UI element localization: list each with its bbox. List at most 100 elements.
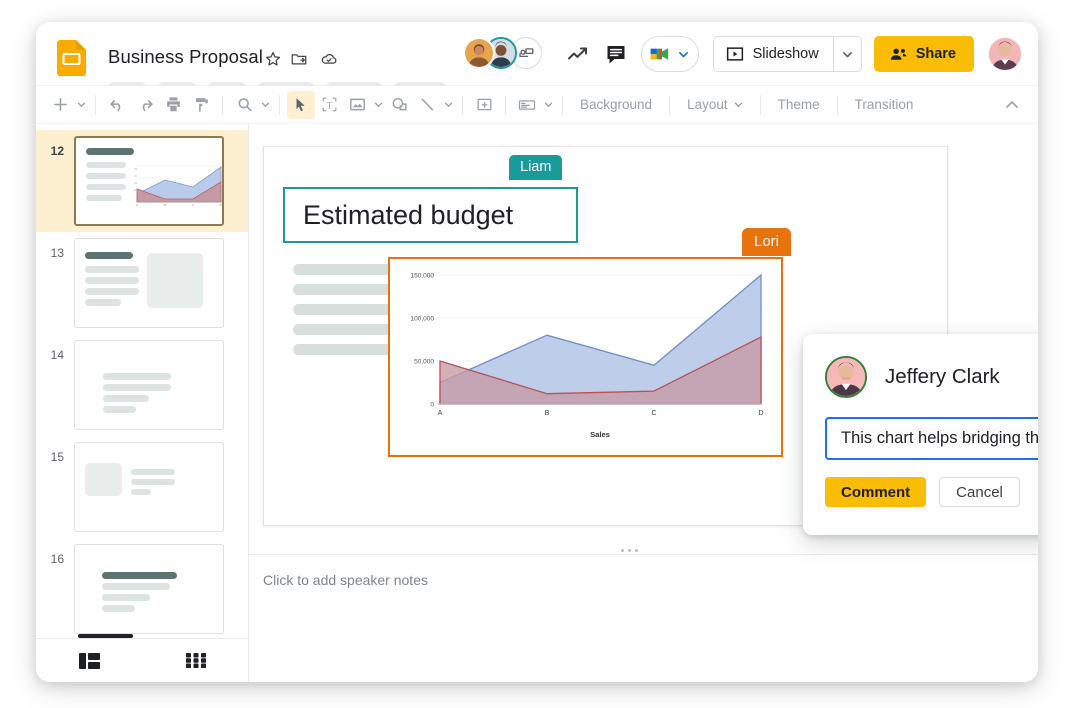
slide-number: 15: [50, 450, 64, 464]
chevron-down-icon: [734, 102, 742, 108]
slides-app-window: Business Proposal Slideshow Share T Back…: [36, 22, 1038, 682]
cloud-saved-icon[interactable]: [320, 50, 338, 68]
chart-xlabel: Sales: [590, 430, 610, 439]
select-tool-button[interactable]: [287, 90, 315, 119]
slide-thumbnail-row[interactable]: 15: [36, 436, 248, 538]
background-button[interactable]: Background: [570, 92, 662, 118]
google-meet-button[interactable]: [640, 36, 699, 72]
line-options-button[interactable]: [441, 100, 455, 109]
slide-thumbnail-row[interactable]: 16: [36, 538, 248, 640]
zoom-button[interactable]: [230, 91, 258, 119]
author-avatar: [825, 356, 867, 398]
svg-text:C: C: [192, 203, 195, 207]
slideshow-button[interactable]: Slideshow: [713, 37, 833, 71]
comment-cancel-button[interactable]: Cancel: [939, 477, 1020, 507]
new-slide-button[interactable]: [46, 91, 74, 119]
slide-number: 13: [50, 246, 64, 260]
theme-button[interactable]: Theme: [768, 92, 830, 118]
star-icon[interactable]: [264, 50, 282, 68]
svg-text:T: T: [326, 101, 332, 111]
slide-filmstrip[interactable]: 12 AB C D 13 14 15 16: [36, 124, 249, 682]
print-icon: [166, 97, 180, 112]
slide-thumbnail[interactable]: [74, 544, 224, 634]
google-slides-logo[interactable]: [57, 40, 86, 76]
collaborator-avatar[interactable]: [462, 37, 495, 69]
slide-thumbnail[interactable]: [74, 238, 224, 328]
toolbar-divider: [222, 94, 223, 115]
move-to-folder-icon[interactable]: [290, 50, 308, 68]
paint-format-button[interactable]: [187, 91, 215, 119]
slide-title-textbox[interactable]: Estimated budget: [283, 187, 578, 243]
chevron-down-icon: [544, 102, 552, 108]
filmstrip-view-toggle-bar: [36, 638, 249, 682]
undo-icon: [109, 100, 120, 112]
insert-table-button[interactable]: [470, 91, 498, 119]
view-filmstrip-button[interactable]: [36, 652, 143, 669]
layout-label: Layout: [687, 97, 728, 112]
speaker-notes-placeholder[interactable]: Click to add speaker notes: [263, 572, 1038, 588]
grid-view-icon: [185, 653, 206, 668]
chevron-down-icon: [444, 102, 452, 108]
activity-dashboard-button[interactable]: [559, 35, 597, 73]
ytick-label: 100,000: [411, 315, 435, 322]
image-icon: [349, 98, 365, 111]
filmstrip-view-icon: [78, 652, 100, 669]
svg-text:A: A: [136, 203, 138, 207]
toolbar: T Background Layout Theme Transition: [36, 86, 1038, 124]
slide-number: 14: [50, 348, 64, 362]
notes-drag-handle[interactable]: [621, 549, 638, 552]
slide-thumbnail-row[interactable]: 13: [36, 232, 248, 334]
toolbar-divider: [562, 94, 563, 115]
slide-thumbnail[interactable]: [74, 442, 224, 532]
ytick-label: 150,000: [411, 272, 435, 279]
chart-object[interactable]: Lori 150,000 100,000 50,000 0 A B C D Sa…: [388, 228, 792, 457]
slideshow-options-button[interactable]: [832, 37, 861, 71]
slideshow-button-group: Slideshow: [712, 36, 862, 72]
slide-number: 16: [50, 552, 64, 566]
notes-divider: [249, 554, 1038, 555]
ytick-label: 0: [430, 401, 434, 408]
document-title[interactable]: Business Proposal: [108, 46, 263, 68]
thumbnail-chart: A B C D: [134, 165, 222, 207]
redo-button[interactable]: [131, 91, 159, 119]
insert-image-button[interactable]: [343, 91, 371, 119]
present-to-meet-icon: [518, 48, 534, 58]
line-button[interactable]: [413, 91, 441, 119]
plus-icon: [53, 98, 67, 111]
redo-icon: [142, 100, 153, 112]
new-slide-options-button[interactable]: [74, 100, 88, 109]
toolbar-divider: [836, 94, 838, 115]
collaborator-cursor-tag-liam: Liam: [509, 155, 563, 180]
comment-icon: [607, 46, 625, 64]
account-avatar[interactable]: [988, 37, 1022, 71]
chevron-down-icon: [261, 102, 269, 108]
share-button[interactable]: Share: [873, 36, 974, 72]
slideshow-label: Slideshow: [752, 46, 819, 62]
slide-thumbnail-row[interactable]: 14: [36, 334, 248, 436]
chevron-up-icon[interactable]: [1002, 95, 1022, 115]
title-bar: Business Proposal Slideshow Share: [36, 22, 1038, 94]
magnifier-icon: [238, 98, 252, 112]
view-grid-button[interactable]: [143, 653, 249, 668]
insert-image-options-button[interactable]: [371, 100, 385, 109]
insert-textbox-layout-options-button[interactable]: [541, 100, 555, 109]
print-button[interactable]: [159, 91, 187, 119]
xtick-label: D: [758, 408, 763, 417]
text-box-button[interactable]: T: [315, 91, 343, 119]
header-actions: Slideshow Share: [462, 22, 1022, 86]
transition-button[interactable]: Transition: [845, 92, 924, 118]
cursor-arrow-icon: [296, 97, 305, 111]
comment-submit-button[interactable]: Comment: [825, 477, 927, 507]
layout-button[interactable]: Layout: [677, 92, 753, 118]
area-chart: 150,000 100,000 50,000 0 A B C D Sales: [411, 272, 764, 439]
slide-thumbnail-row[interactable]: 12 AB C D: [36, 130, 248, 232]
comment-author-name: Jeffery Clark: [885, 365, 1000, 388]
comment-input[interactable]: [825, 417, 1038, 460]
slide-thumbnail[interactable]: [74, 340, 224, 430]
undo-button[interactable]: [103, 91, 131, 119]
slide-thumbnail[interactable]: A B C D: [74, 136, 224, 226]
zoom-options-button[interactable]: [258, 100, 272, 109]
comment-history-button[interactable]: [597, 35, 635, 73]
shape-button[interactable]: [385, 91, 413, 119]
insert-textbox-layout-button[interactable]: [513, 91, 541, 119]
